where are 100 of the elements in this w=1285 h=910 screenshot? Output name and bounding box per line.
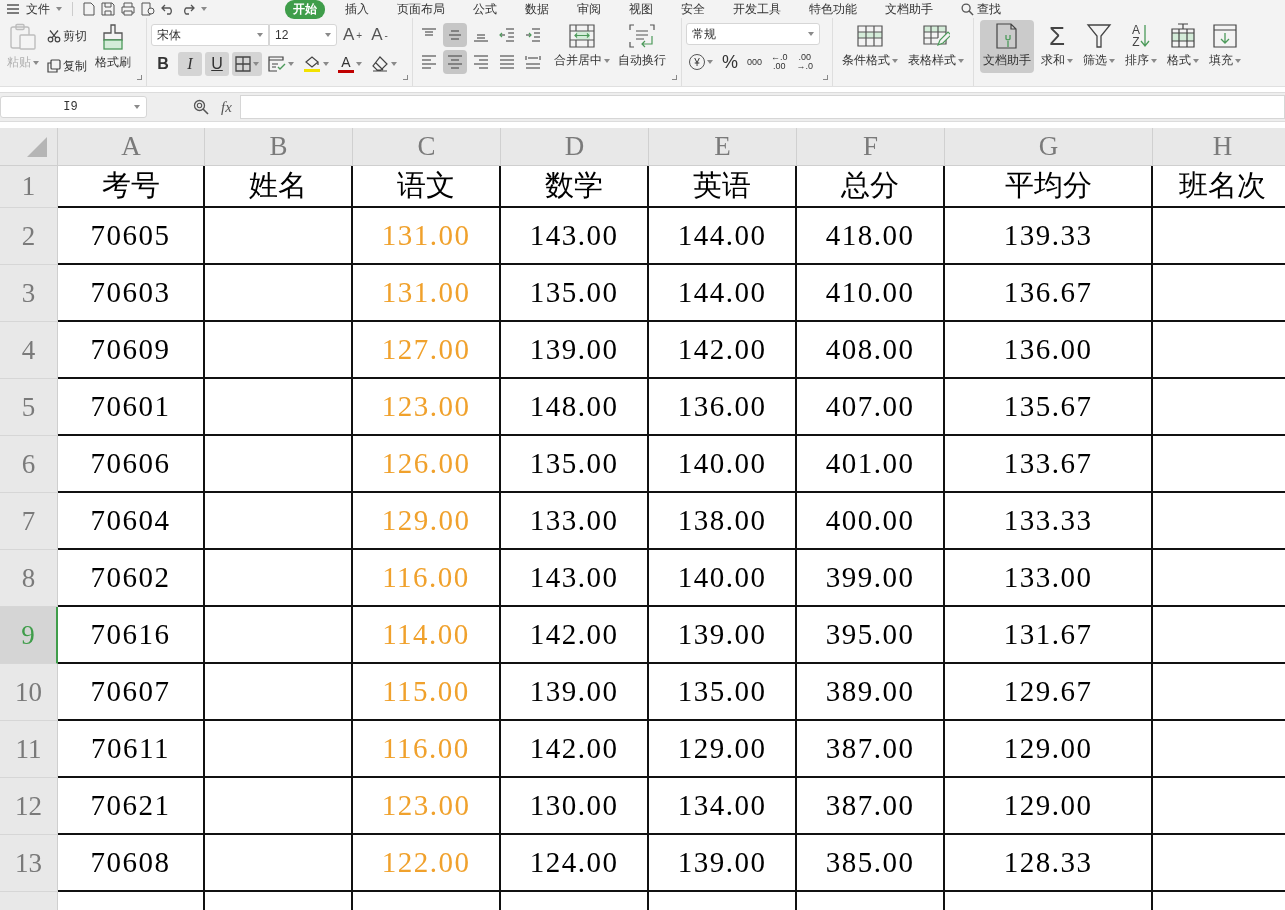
header-cell: 语文: [353, 166, 501, 208]
merge-cells-icon: [568, 23, 596, 49]
row-header[interactable]: 6: [0, 436, 58, 493]
fill-button[interactable]: 填充: [1206, 20, 1244, 73]
merge-center-button[interactable]: 合并居中: [551, 20, 613, 73]
column-header[interactable]: A: [58, 128, 205, 166]
row-header[interactable]: 2: [0, 208, 58, 265]
document-icon[interactable]: [83, 2, 95, 16]
ribbon-tab[interactable]: 审阅: [569, 0, 609, 19]
down-arrow-icon: [1140, 24, 1150, 48]
sum-button[interactable]: Σ 求和: [1038, 20, 1076, 73]
row-header[interactable]: 12: [0, 778, 58, 835]
row-header[interactable]: 3: [0, 265, 58, 322]
format-painter-button[interactable]: 格式刷: [92, 20, 134, 75]
header-cell: 英语: [649, 166, 797, 208]
table-style-button[interactable]: 表格样式: [905, 20, 967, 73]
wrap-text-button[interactable]: 自动换行: [615, 20, 669, 73]
row-header[interactable]: 10: [0, 664, 58, 721]
file-menu[interactable]: 文件: [26, 0, 50, 18]
table-cell: 70607: [58, 664, 205, 721]
row-header[interactable]: 1: [0, 166, 58, 208]
align-middle-button[interactable]: [443, 23, 467, 47]
preview-icon[interactable]: [141, 2, 155, 16]
redo-icon[interactable]: [181, 3, 195, 15]
row-header[interactable]: 5: [0, 379, 58, 436]
row-header[interactable]: 7: [0, 493, 58, 550]
align-center-button[interactable]: [443, 50, 467, 74]
menu-icon[interactable]: [6, 3, 20, 15]
table-cell: 400.00: [797, 493, 945, 550]
print-icon[interactable]: [121, 2, 135, 16]
conditional-format-button[interactable]: 条件格式: [839, 20, 901, 73]
launcher-icon[interactable]: [137, 75, 142, 80]
filter-button[interactable]: 筛选: [1080, 20, 1118, 73]
row-header[interactable]: 13: [0, 835, 58, 892]
font-name-field[interactable]: 宋体: [151, 24, 269, 46]
align-middle-icon: [447, 28, 463, 42]
funnel-icon: [1085, 23, 1113, 49]
save-icon[interactable]: [101, 2, 115, 16]
thousands-button[interactable]: 000: [744, 50, 766, 74]
ribbon-tab[interactable]: 视图: [621, 0, 661, 19]
ribbon-tab[interactable]: 开发工具: [725, 0, 789, 19]
ribbon-tab[interactable]: 安全: [673, 0, 713, 19]
magnifier-icon[interactable]: [193, 99, 209, 115]
table-cell: 133.33: [945, 493, 1153, 550]
font-color-button[interactable]: A: [335, 52, 365, 76]
ribbon-tab[interactable]: 页面布局: [389, 0, 453, 19]
document-assistant-button[interactable]: 文档助手: [980, 20, 1034, 73]
launcher-icon[interactable]: [403, 75, 408, 80]
borders-button[interactable]: [232, 52, 262, 76]
row-header[interactable]: 11: [0, 721, 58, 778]
column-header[interactable]: F: [797, 128, 945, 166]
sort-button[interactable]: A Z 排序: [1122, 20, 1160, 73]
table-cell: 128.33: [945, 835, 1153, 892]
table-cell: 135.00: [649, 664, 797, 721]
launcher-icon[interactable]: [672, 75, 677, 80]
clipboard-icon: [9, 23, 37, 51]
scissors-icon: [47, 29, 61, 43]
increase-decimal-button[interactable]: ←.0 .00: [768, 50, 791, 74]
table-cell: 142.00: [501, 607, 649, 664]
bold-button[interactable]: B: [151, 52, 175, 76]
column-header[interactable]: D: [501, 128, 649, 166]
format-button[interactable]: 格式: [1164, 20, 1202, 73]
search-button[interactable]: 查找: [961, 0, 1001, 18]
ribbon-tab[interactable]: 插入: [337, 0, 377, 19]
table-cell: 134.00: [649, 778, 797, 835]
column-header[interactable]: C: [353, 128, 501, 166]
italic-button[interactable]: I: [178, 52, 202, 76]
copy-button[interactable]: 复制: [44, 54, 90, 78]
column-header[interactable]: H: [1153, 128, 1285, 166]
ribbon-tab[interactable]: 特色功能: [801, 0, 865, 19]
column-header[interactable]: B: [205, 128, 353, 166]
table-cell: 144.00: [649, 265, 797, 322]
function-label[interactable]: fx: [221, 98, 232, 116]
table-cell: 410.00: [797, 265, 945, 322]
underline-button[interactable]: U: [205, 52, 229, 76]
launcher-icon[interactable]: [823, 75, 828, 80]
percent-button[interactable]: %: [719, 50, 741, 74]
table-cell: 139.00: [649, 607, 797, 664]
header-cell: 考号: [58, 166, 205, 208]
formula-input[interactable]: [239, 95, 1285, 119]
row-header[interactable]: 8: [0, 550, 58, 607]
ribbon-tab[interactable]: 数据: [517, 0, 557, 19]
table-cell: 129.00: [353, 493, 501, 550]
ribbon-tab[interactable]: 公式: [465, 0, 505, 19]
number-format-field[interactable]: 常规: [686, 23, 820, 45]
decrease-decimal-button[interactable]: .00 →.0: [793, 50, 817, 74]
ribbon-tab[interactable]: 文档助手: [877, 0, 941, 19]
table-cell: 130.00: [501, 778, 649, 835]
table-cell: 401.00: [797, 436, 945, 493]
table-cell: 136.67: [945, 265, 1153, 322]
select-all-button[interactable]: [0, 128, 58, 166]
column-header[interactable]: E: [649, 128, 797, 166]
column-header[interactable]: G: [945, 128, 1153, 166]
currency-button[interactable]: ¥: [686, 50, 716, 74]
row-header[interactable]: 4: [0, 322, 58, 379]
font-size-field[interactable]: 12: [269, 24, 337, 46]
cut-button[interactable]: 剪切: [44, 24, 90, 48]
undo-icon[interactable]: [161, 3, 175, 15]
name-box[interactable]: I9: [0, 96, 147, 118]
table-cell: 387.00: [797, 721, 945, 778]
